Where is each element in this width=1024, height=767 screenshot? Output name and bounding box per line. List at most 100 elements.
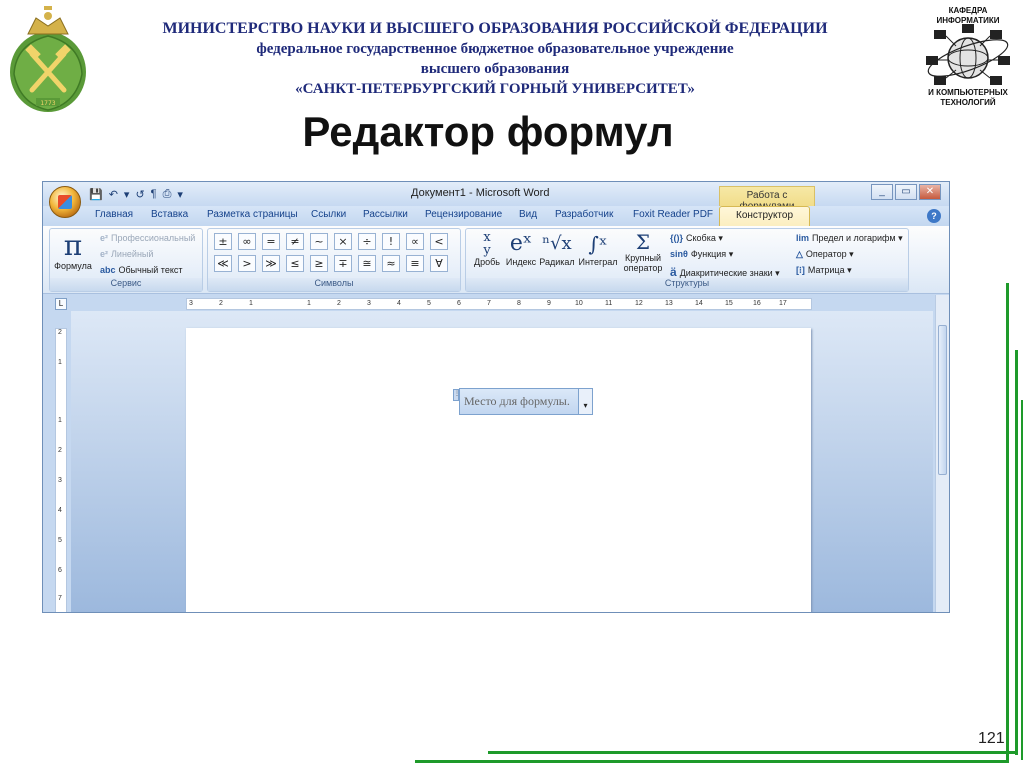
vertical-ruler[interactable]: 2 1 1 2 3 4 5 6 7	[55, 328, 67, 612]
equation-placeholder-text: Место для формулы.	[464, 394, 570, 408]
document-page[interactable]	[186, 328, 811, 612]
professional-button[interactable]: e² Профессиональный	[100, 233, 195, 243]
limit-log-button[interactable]: lim Предел и логарифм ▾	[796, 233, 903, 244]
group-label-symbols: Символы	[208, 278, 460, 291]
fraction-button[interactable]: xy Дробь	[470, 231, 504, 267]
symbol-button[interactable]: ×	[334, 233, 352, 250]
equation-drag-handle[interactable]: ⋮	[453, 389, 460, 401]
bracket-icon: {()}	[670, 233, 683, 243]
header-line-4: «САНКТ-ПЕТЕРБУРГСКИЙ ГОРНЫЙ УНИВЕРСИТЕТ»	[295, 81, 695, 97]
symbol-button[interactable]: ÷	[358, 233, 376, 250]
symbol-button[interactable]: ≠	[286, 233, 304, 250]
symbol-button[interactable]: !	[382, 233, 400, 250]
radical-button[interactable]: ⁿ√x Радикал	[538, 231, 576, 267]
symbol-button[interactable]: ≪	[214, 255, 232, 272]
integral-button[interactable]: ∫ˣ Интеграл	[576, 231, 620, 267]
symbol-button[interactable]: >	[238, 255, 256, 272]
help-icon[interactable]: ?	[927, 209, 941, 223]
group-structures: xy Дробь eˣ Индекс ⁿ√x Радикал ∫ˣ Интегр…	[465, 228, 909, 292]
symbol-button[interactable]: ≈	[382, 255, 400, 272]
tab-insert[interactable]: Вставка	[151, 209, 188, 220]
vertical-scrollbar[interactable]	[935, 295, 949, 612]
save-icon[interactable]: 💾	[89, 188, 103, 201]
maximize-button[interactable]: ▭	[895, 184, 917, 200]
exponent-icon: eˣ	[509, 231, 533, 256]
matrix-button[interactable]: [⁝] Матрица ▾	[796, 265, 852, 276]
print-icon[interactable]: ⎙	[163, 188, 172, 201]
tab-page-layout[interactable]: Разметка страницы	[207, 209, 298, 220]
function-button[interactable]: sinθ Функция ▾	[670, 249, 733, 260]
abc-icon: abc	[100, 265, 116, 275]
formula-label: Формула	[54, 261, 92, 271]
radical-icon: ⁿ√x	[542, 233, 572, 254]
group-symbols: ± ∞ = ≠ ~ × ÷ ! ∝ < ≪ > ≫ ≤ ≥ ∓ ≅ ≈ ≡ ∀ …	[207, 228, 461, 292]
close-button[interactable]: ✕	[919, 184, 941, 200]
bracket-button[interactable]: {()} Скобка ▾	[670, 233, 723, 244]
decor-line	[1015, 350, 1018, 755]
symbol-button[interactable]: ≥	[310, 255, 328, 272]
window-title: Документ1 - Microsoft Word	[411, 187, 550, 199]
decor-line	[1021, 400, 1023, 760]
index-button[interactable]: eˣ Индекс	[504, 231, 538, 267]
decor-line	[488, 751, 1018, 754]
title-bar: 💾 ↶ ▾ ↺ ¶ ⎙ ▾ Документ1 - Microsoft Word…	[43, 182, 949, 212]
tab-design[interactable]: Конструктор	[719, 206, 811, 226]
undo-icon[interactable]: ↶	[109, 188, 118, 201]
symbol-button[interactable]: ~	[310, 233, 328, 250]
tab-developer[interactable]: Разработчик	[555, 209, 613, 220]
symbol-button[interactable]: ≤	[286, 255, 304, 272]
symbol-button[interactable]: <	[430, 233, 448, 250]
symbol-button[interactable]: ≫	[262, 255, 280, 272]
ministry-header: МИНИСТЕРСТВО НАУКИ И ВЫСШЕГО ОБРАЗОВАНИЯ…	[100, 19, 890, 99]
operator-button[interactable]: △ Оператор ▾	[796, 249, 854, 260]
symbol-button[interactable]: =	[262, 233, 280, 250]
group-label-structures: Структуры	[466, 278, 908, 291]
linear-button[interactable]: e² Линейный	[100, 249, 153, 259]
group-service: π Формула e² Профессиональный e² Линейный …	[49, 228, 203, 292]
linear-icon: e²	[100, 249, 109, 259]
accent-button[interactable]: ä Диакритические знаки ▾	[670, 265, 780, 279]
ribbon-tabs: Главная Вставка Разметка страницы Ссылки…	[43, 206, 949, 226]
word-window: 💾 ↶ ▾ ↺ ¶ ⎙ ▾ Документ1 - Microsoft Word…	[42, 181, 950, 613]
customize-qat-icon[interactable]: ▾	[177, 188, 183, 201]
header-line-1: МИНИСТЕРСТВО НАУКИ И ВЫСШЕГО ОБРАЗОВАНИЯ…	[162, 20, 828, 37]
office-logo-icon	[58, 195, 72, 209]
symbol-button[interactable]: ≅	[358, 255, 376, 272]
kafedra-label-bottom: И КОМПЬЮТЕРНЫХ ТЕХНОЛОГИЙ	[928, 88, 1008, 107]
equation-options-dropdown[interactable]: ▾	[578, 389, 592, 414]
scrollbar-thumb[interactable]	[938, 325, 947, 475]
tab-selector[interactable]: L	[55, 298, 67, 310]
integral-icon: ∫ˣ	[588, 232, 608, 256]
accent-icon: ä	[670, 265, 677, 279]
tab-home[interactable]: Главная	[95, 209, 133, 220]
symbol-button[interactable]: ±	[214, 233, 232, 250]
window-controls: _ ▭ ✕	[871, 184, 941, 200]
tab-view[interactable]: Вид	[519, 209, 537, 220]
limit-icon: lim	[796, 233, 810, 243]
tab-review[interactable]: Рецензирование	[425, 209, 502, 220]
formula-button[interactable]: π Формула	[52, 231, 94, 272]
decor-line	[415, 760, 1009, 763]
tab-mailings[interactable]: Рассылки	[363, 209, 408, 220]
symbol-button[interactable]: ∝	[406, 233, 424, 250]
matrix-icon: [⁝]	[796, 265, 805, 275]
office-button[interactable]	[49, 186, 81, 218]
redo-icon[interactable]: ↺	[135, 188, 144, 201]
equation-placeholder[interactable]: ⋮ Место для формулы. ▾	[453, 388, 593, 415]
large-operator-button[interactable]: Σ Крупный оператор	[620, 231, 666, 273]
plain-text-button[interactable]: abc Обычный текст	[100, 265, 182, 275]
tab-references[interactable]: Ссылки	[311, 209, 346, 220]
decor-line	[1006, 283, 1009, 760]
symbol-button[interactable]: ≡	[406, 255, 424, 272]
horizontal-ruler[interactable]: 3 2 1 1 2 3 4 5 6 7 8 9 10 11 12 13 14 1…	[186, 298, 812, 310]
symbol-button[interactable]: ∀	[430, 255, 448, 272]
university-emblem-icon: 1773	[10, 6, 86, 112]
equation-tools-context: Работа с формулами	[719, 186, 815, 212]
symbol-button[interactable]: ∞	[238, 233, 256, 250]
spelling-icon[interactable]: ¶	[151, 188, 157, 200]
undo-dropdown-icon[interactable]: ▾	[124, 188, 130, 201]
symbol-button[interactable]: ∓	[334, 255, 352, 272]
ribbon: π Формула e² Профессиональный e² Линейный …	[43, 226, 949, 294]
minimize-button[interactable]: _	[871, 184, 893, 200]
tab-foxit-reader[interactable]: Foxit Reader PDF	[633, 209, 713, 220]
